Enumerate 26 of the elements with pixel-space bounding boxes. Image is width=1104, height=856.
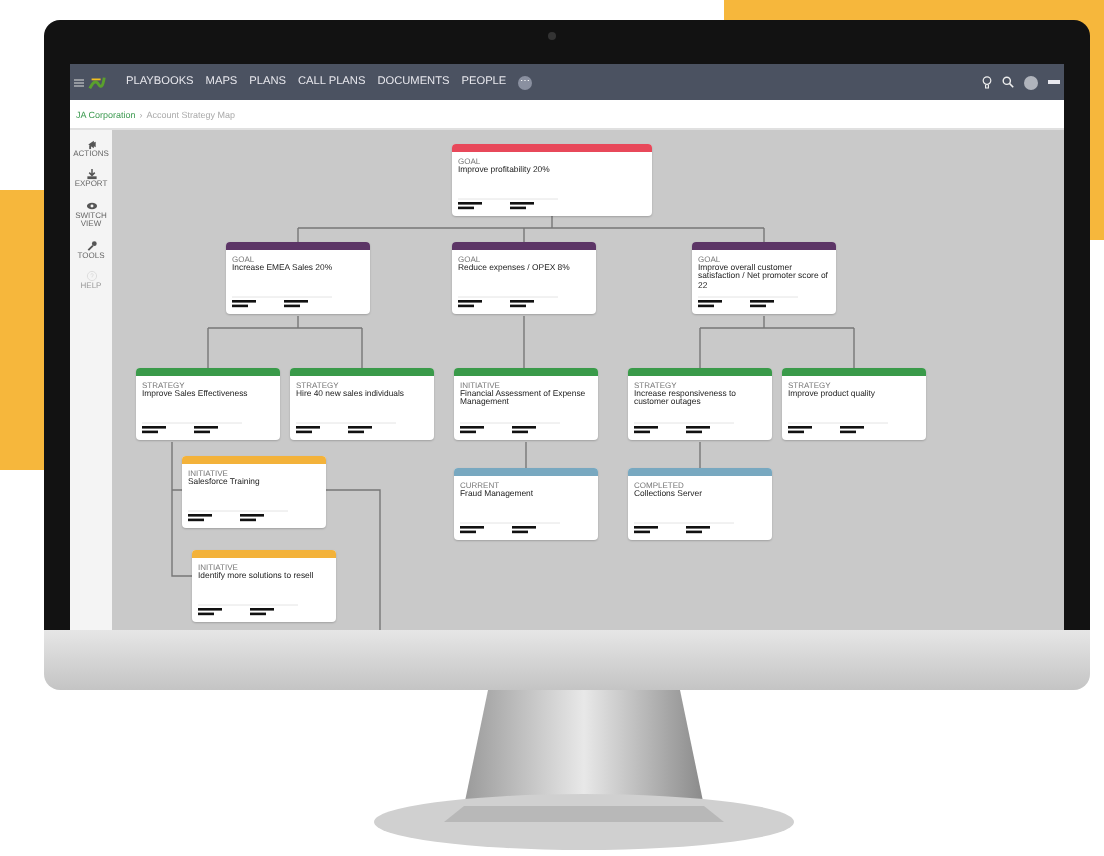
metric-bars-drawing	[460, 422, 560, 434]
metric-bars-drawing	[458, 296, 558, 308]
metric-bars-drawing	[296, 422, 396, 434]
camera-icon	[548, 32, 556, 40]
metric-bars-drawing	[634, 522, 734, 534]
logo-icon[interactable]	[88, 73, 106, 91]
metric-bars-drawing	[460, 522, 560, 534]
metric-bars-drawing	[198, 604, 298, 616]
metric-bars-drawing	[232, 296, 332, 308]
wrench-icon	[85, 239, 97, 252]
download-icon	[85, 168, 97, 181]
avatar[interactable]	[1024, 75, 1038, 89]
menu-icon[interactable]	[74, 77, 84, 87]
connector-line	[523, 315, 525, 369]
search-icon[interactable]	[1002, 76, 1014, 88]
metric-bars-drawing	[634, 422, 734, 434]
metric-bars-drawing	[788, 422, 888, 434]
metric-bars-drawing	[698, 296, 798, 308]
metric-bars-drawing	[188, 510, 288, 522]
eye-icon	[85, 199, 97, 212]
connector-line	[325, 489, 381, 630]
metric-bars-drawing	[142, 422, 242, 434]
connector-line	[699, 441, 701, 469]
connector-line	[525, 441, 527, 469]
lightbulb-icon[interactable]	[982, 75, 992, 89]
metric-bars-drawing	[458, 198, 558, 210]
